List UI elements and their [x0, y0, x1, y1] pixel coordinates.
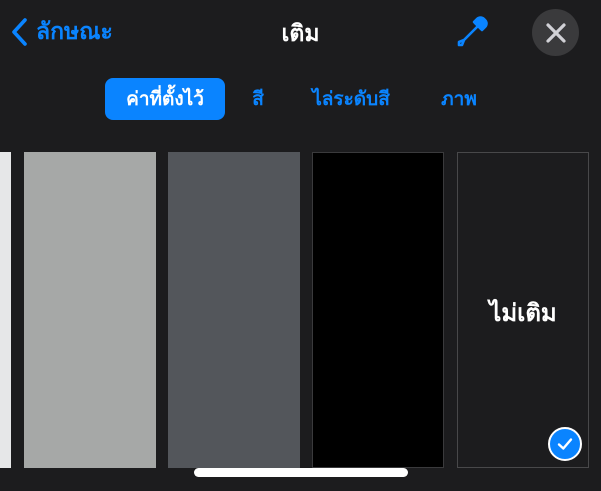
chevron-left-icon — [12, 18, 27, 46]
home-indicator — [194, 468, 408, 477]
swatch-black[interactable] — [312, 152, 444, 468]
close-button[interactable] — [532, 9, 579, 56]
tab-image[interactable]: ภาพ — [428, 78, 490, 120]
back-label: ลักษณะ — [36, 19, 113, 45]
segmented-tabs: ค่าที่ตั้งไว้ สี ไล่ระดับสี ภาพ — [0, 78, 601, 120]
tab-color[interactable]: สี — [238, 78, 278, 120]
swatch-light-gray[interactable] — [0, 152, 11, 468]
swatch-dark-gray[interactable] — [168, 152, 300, 468]
swatch-no-fill[interactable]: ไม่เติม — [457, 152, 589, 468]
header: ลักษณะ เติม — [0, 0, 601, 68]
eyedropper-icon — [457, 16, 488, 47]
close-icon — [545, 22, 566, 43]
back-button[interactable]: ลักษณะ — [10, 12, 113, 52]
eyedropper-button[interactable] — [452, 12, 492, 52]
checkmark-icon — [548, 427, 582, 461]
tab-presets[interactable]: ค่าที่ตั้งไว้ — [105, 78, 225, 120]
preset-swatches: ไม่เติม — [0, 152, 601, 470]
fill-panel: ลักษณะ เติม ค่าที่ตั้งไว้ สี ไล่ระดับสี … — [0, 0, 601, 491]
swatch-gray[interactable] — [24, 152, 156, 468]
tab-gradient[interactable]: ไล่ระดับสี — [298, 78, 404, 120]
no-fill-label: ไม่เติม — [489, 299, 557, 327]
